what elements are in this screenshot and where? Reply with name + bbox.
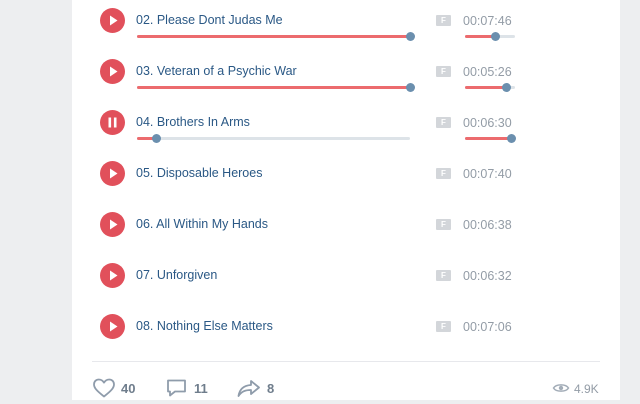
seek-bar[interactable] <box>137 32 415 41</box>
play-button[interactable] <box>100 263 125 288</box>
track-title[interactable]: 05. Disposable Heroes <box>136 166 262 180</box>
seek-handle[interactable] <box>406 83 415 92</box>
track-row[interactable]: 02. Please Dont Judas Me F 00:07:46 <box>72 4 620 55</box>
format-badge: F <box>436 15 451 26</box>
track-duration: 00:06:30 <box>463 116 512 130</box>
play-icon <box>110 270 118 281</box>
track-title[interactable]: 03. Veteran of a Psychic War <box>136 64 297 78</box>
eye-icon <box>552 384 570 392</box>
volume-handle[interactable] <box>507 134 516 143</box>
track-title[interactable]: 04. Brothers In Arms <box>136 115 250 129</box>
seek-bar[interactable] <box>137 134 410 143</box>
format-badge: F <box>436 117 451 128</box>
format-badge: F <box>436 270 451 281</box>
share-count: 8 <box>267 381 275 396</box>
track-duration: 00:07:46 <box>463 14 512 28</box>
track-row[interactable]: 08. Nothing Else Matters F 00:07:06 <box>72 310 620 361</box>
track-duration: 00:05:26 <box>463 65 512 79</box>
seek-progress <box>137 35 410 38</box>
track-row[interactable]: 03. Veteran of a Psychic War F 00:05:26 <box>72 55 620 106</box>
track-title[interactable]: 06. All Within My Hands <box>136 217 268 231</box>
play-icon <box>110 168 118 179</box>
volume-handle[interactable] <box>491 32 500 41</box>
play-icon <box>110 66 118 77</box>
format-badge: F <box>436 168 451 179</box>
volume-level <box>465 86 506 89</box>
views-counter: 4.9K <box>552 377 599 399</box>
play-button[interactable] <box>100 161 125 186</box>
like-count: 40 <box>121 381 136 396</box>
track-title[interactable]: 08. Nothing Else Matters <box>136 319 273 333</box>
heart-icon <box>93 378 115 398</box>
volume-handle[interactable] <box>502 83 511 92</box>
play-icon <box>110 321 118 332</box>
track-row[interactable]: 06. All Within My Hands F 00:06:38 <box>72 208 620 259</box>
play-button[interactable] <box>100 59 125 84</box>
track-duration: 00:07:06 <box>463 320 512 334</box>
track-row[interactable]: 07. Unforgiven F 00:06:32 <box>72 259 620 310</box>
post-card: 02. Please Dont Judas Me F 00:07:46 03. Vet… <box>72 0 620 400</box>
seek-bar[interactable] <box>137 83 415 92</box>
play-button[interactable] <box>100 8 125 33</box>
volume-slider[interactable] <box>465 83 515 92</box>
track-duration: 00:06:32 <box>463 269 512 283</box>
format-badge: F <box>436 66 451 77</box>
play-button[interactable] <box>100 314 125 339</box>
like-button[interactable]: 40 <box>92 377 142 399</box>
pause-icon <box>108 117 117 128</box>
volume-slider[interactable] <box>465 32 515 41</box>
views-count: 4.9K <box>574 382 599 396</box>
track-title[interactable]: 02. Please Dont Judas Me <box>136 13 283 27</box>
track-row[interactable]: 05. Disposable Heroes F 00:07:40 <box>72 157 620 208</box>
divider <box>92 361 600 362</box>
comment-count: 11 <box>194 381 208 396</box>
comment-button[interactable]: 11 <box>165 377 215 399</box>
play-icon <box>110 219 118 230</box>
share-button[interactable]: 8 <box>236 377 286 399</box>
play-icon <box>110 15 118 26</box>
comment-icon <box>167 379 186 397</box>
play-button[interactable] <box>100 212 125 237</box>
volume-level <box>465 137 511 140</box>
track-row[interactable]: 04. Brothers In Arms F 00:06:30 <box>72 106 620 157</box>
format-badge: F <box>436 321 451 332</box>
track-duration: 00:07:40 <box>463 167 512 181</box>
format-badge: F <box>436 219 451 230</box>
track-title[interactable]: 07. Unforgiven <box>136 268 217 282</box>
seek-handle[interactable] <box>152 134 161 143</box>
share-icon <box>237 380 260 397</box>
track-duration: 00:06:38 <box>463 218 512 232</box>
volume-slider[interactable] <box>465 134 516 143</box>
seek-handle[interactable] <box>406 32 415 41</box>
pause-button[interactable] <box>100 110 125 135</box>
seek-progress <box>137 86 410 89</box>
